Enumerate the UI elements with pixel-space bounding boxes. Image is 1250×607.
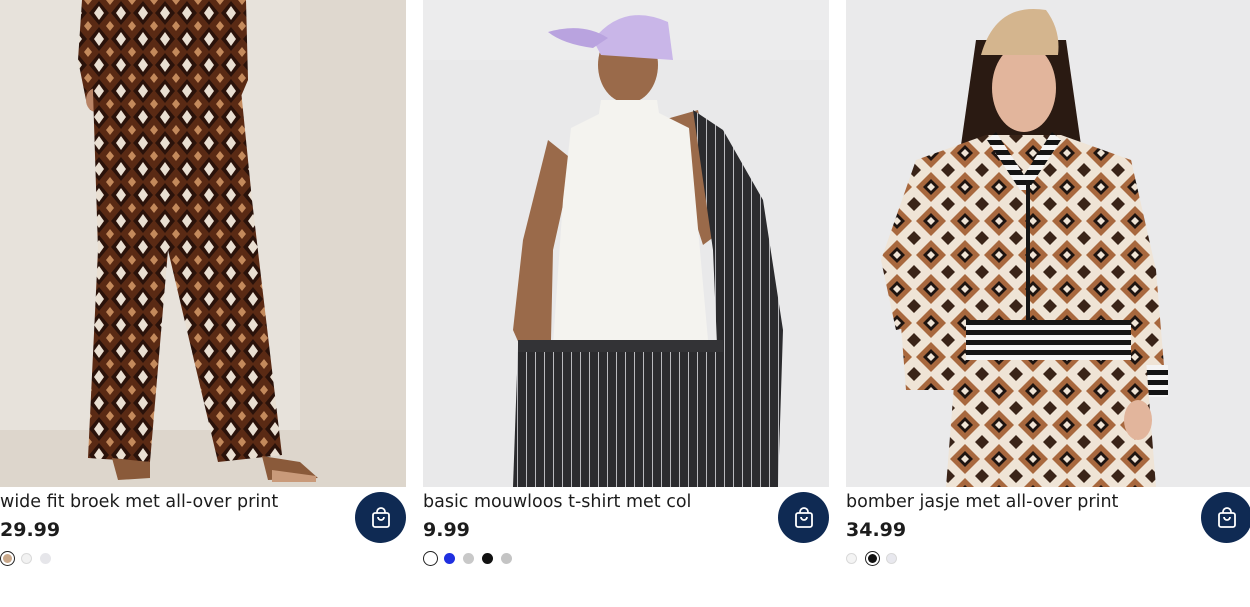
color-swatch[interactable] — [40, 553, 51, 564]
color-swatches — [423, 551, 520, 566]
product-card[interactable]: wide fit broek met all-over print 29.99 — [0, 0, 406, 607]
product-photo-tshirt — [423, 0, 829, 487]
color-swatch[interactable] — [0, 551, 15, 566]
shopping-bag-icon — [794, 506, 813, 528]
product-image[interactable] — [0, 0, 406, 487]
add-to-cart-button[interactable] — [355, 492, 406, 543]
color-swatches — [846, 551, 905, 566]
product-title[interactable]: basic mouwloos t-shirt met col — [423, 490, 768, 514]
color-swatch[interactable] — [865, 551, 880, 566]
color-swatch[interactable] — [21, 553, 32, 564]
product-card[interactable]: basic mouwloos t-shirt met col 9.99 — [423, 0, 829, 607]
product-title[interactable]: wide fit broek met all-over print — [0, 490, 345, 514]
product-title[interactable]: bomber jasje met all-over print — [846, 490, 1191, 514]
color-swatch[interactable] — [444, 553, 455, 564]
product-photo-trousers — [0, 0, 406, 487]
shopping-bag-icon — [371, 506, 390, 528]
add-to-cart-button[interactable] — [778, 492, 829, 543]
color-swatches — [0, 551, 59, 566]
color-swatch[interactable] — [423, 551, 438, 566]
color-swatch[interactable] — [501, 553, 512, 564]
shopping-bag-icon — [1217, 506, 1236, 528]
product-card[interactable]: bomber jasje met all-over print 34.99 — [846, 0, 1250, 607]
product-photo-bomber — [846, 0, 1250, 487]
product-price: 29.99 — [0, 519, 61, 541]
add-to-cart-button[interactable] — [1201, 492, 1250, 543]
product-image[interactable] — [846, 0, 1250, 487]
color-swatch[interactable] — [846, 553, 857, 564]
product-price: 34.99 — [846, 519, 907, 541]
color-swatch[interactable] — [463, 553, 474, 564]
color-swatch[interactable] — [482, 553, 493, 564]
product-image[interactable] — [423, 0, 829, 487]
product-grid: wide fit broek met all-over print 29.99 — [0, 0, 1250, 607]
color-swatch[interactable] — [886, 553, 897, 564]
product-price: 9.99 — [423, 519, 470, 541]
